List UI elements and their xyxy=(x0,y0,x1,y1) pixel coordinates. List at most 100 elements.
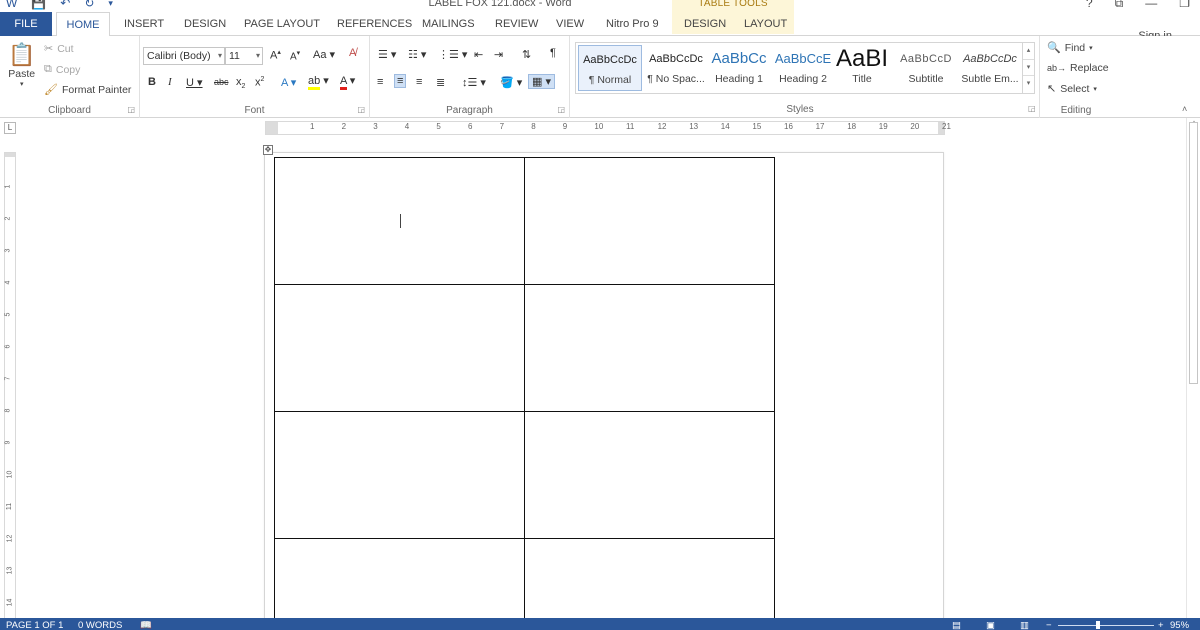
dialog-launcher-icon[interactable]: ◲ xyxy=(1028,104,1036,113)
cut-button[interactable]: ✂ Cut xyxy=(44,42,74,56)
align-right-icon[interactable]: ≡ xyxy=(416,76,422,88)
tab-mailings[interactable]: MAILINGS xyxy=(414,12,483,36)
replace-button[interactable]: ab→ Replace xyxy=(1047,62,1109,74)
zoom-slider[interactable] xyxy=(1058,625,1154,626)
paste-button[interactable]: 📋 Paste ▾ xyxy=(8,42,35,88)
proofing-icon[interactable]: 📖 xyxy=(140,621,152,630)
print-layout-icon[interactable]: ▣ xyxy=(986,621,995,630)
table-cell[interactable] xyxy=(274,538,525,629)
zoom-in-icon[interactable]: + xyxy=(1158,621,1164,630)
read-mode-icon[interactable]: ▤ xyxy=(952,621,961,630)
style-subtitle[interactable]: AaBbCcD Subtitle xyxy=(894,45,958,91)
tab-selector-icon[interactable]: L xyxy=(4,122,16,134)
ruler-number: 16 xyxy=(784,122,793,131)
chevron-up-icon[interactable]: ▴ xyxy=(1023,43,1034,59)
vertical-ruler[interactable]: 1 2 3 4 5 6 7 8 9 10 11 12 13 14 xyxy=(4,152,16,630)
tab-home[interactable]: HOME xyxy=(56,12,110,37)
font-size-combo[interactable]: 11 ▾ xyxy=(225,47,263,65)
label-table[interactable] xyxy=(274,157,775,629)
select-button[interactable]: ↖ Select ▾ xyxy=(1047,82,1097,96)
horizontal-ruler[interactable]: 1 2 3 4 5 6 7 8 9 10 11 12 13 14 15 16 17 18 19 20 21 xyxy=(265,121,951,135)
tab-view[interactable]: VIEW xyxy=(548,12,592,36)
dialog-launcher-icon[interactable]: ◲ xyxy=(357,105,365,114)
ruler-number: 1 xyxy=(4,184,12,189)
page-count[interactable]: PAGE 1 OF 1 xyxy=(6,621,63,630)
increase-indent-icon[interactable]: ⇥ xyxy=(494,48,503,61)
multilevel-list-icon[interactable]: ⋮☰ ▾ xyxy=(438,48,467,61)
align-left-icon[interactable]: ≡ xyxy=(377,76,383,88)
ruler-number: 4 xyxy=(404,122,410,131)
strikethrough-icon[interactable]: abc xyxy=(214,77,229,87)
help-icon[interactable]: ? xyxy=(1086,0,1093,11)
ribbon-display-icon[interactable]: ⧉ xyxy=(1115,0,1124,11)
tab-references[interactable]: REFERENCES xyxy=(329,12,420,36)
table-cell[interactable] xyxy=(274,411,525,539)
borders-icon[interactable]: ▦ ▾ xyxy=(528,74,555,89)
format-painter-button[interactable]: 🖌 Format Painter xyxy=(44,83,131,97)
decrease-indent-icon[interactable]: ⇤ xyxy=(474,48,483,61)
bold-icon[interactable]: B xyxy=(148,76,156,88)
ruler-number: 6 xyxy=(468,122,473,131)
copy-icon: ⧉ xyxy=(44,63,52,75)
change-case-icon[interactable]: Aa ▾ xyxy=(313,48,335,61)
font-group-label: Font xyxy=(244,105,265,116)
tab-review[interactable]: REVIEW xyxy=(487,12,546,36)
line-spacing-icon[interactable]: ↕☰ ▾ xyxy=(462,76,486,89)
style-heading-1[interactable]: AaBbCc Heading 1 xyxy=(707,45,771,91)
tab-insert[interactable]: INSERT xyxy=(116,12,172,36)
restore-icon[interactable]: ❐ xyxy=(1179,0,1190,11)
chevron-down-icon[interactable]: ▾ xyxy=(1023,59,1034,75)
zoom-level[interactable]: 95% xyxy=(1170,621,1189,630)
style-title[interactable]: AaBI Title xyxy=(830,45,894,91)
table-cell[interactable] xyxy=(274,284,525,412)
collapse-ribbon-icon[interactable]: ˄ xyxy=(1182,104,1187,114)
style-subtle-emphasis[interactable]: AaBbCcDc Subtle Em... xyxy=(958,45,1022,91)
zoom-out-icon[interactable]: − xyxy=(1046,621,1052,630)
tab-design[interactable]: DESIGN xyxy=(176,12,234,36)
tab-nitro-pro[interactable]: Nitro Pro 9 xyxy=(598,12,667,36)
table-cell[interactable] xyxy=(524,411,775,539)
dialog-launcher-icon[interactable]: ◲ xyxy=(127,105,135,114)
font-name-value: Calibri (Body) xyxy=(147,50,211,62)
vertical-scrollbar[interactable]: ▴ xyxy=(1186,118,1200,618)
font-name-combo[interactable]: Calibri (Body) ▾ xyxy=(143,47,225,65)
font-color-icon[interactable]: A ▾ xyxy=(340,74,355,90)
style-normal[interactable]: AaBbCcDc ¶ Normal xyxy=(578,45,642,91)
align-center-icon[interactable]: ≡ xyxy=(394,74,407,88)
word-count[interactable]: 0 WORDS xyxy=(78,621,122,630)
clear-formatting-icon[interactable]: A̸ xyxy=(349,47,356,59)
web-layout-icon[interactable]: ▥ xyxy=(1020,621,1029,630)
shrink-font-icon[interactable]: A▾ xyxy=(290,49,300,62)
minimize-icon[interactable]: — xyxy=(1145,0,1157,11)
style-no-spacing[interactable]: AaBbCcDc ¶ No Spac... xyxy=(644,45,708,91)
sort-icon[interactable]: ⇅ xyxy=(522,48,531,61)
underline-icon[interactable]: U ▾ xyxy=(186,76,203,89)
style-heading-2[interactable]: AaBbCcE Heading 2 xyxy=(771,45,835,91)
shading-icon[interactable]: 🪣 ▾ xyxy=(500,76,522,89)
more-icon[interactable]: ▾ xyxy=(1023,75,1034,91)
table-cell[interactable] xyxy=(524,284,775,412)
dialog-launcher-icon[interactable]: ◲ xyxy=(557,105,565,114)
scrollbar-thumb[interactable] xyxy=(1189,122,1198,384)
bullets-icon[interactable]: ☰ ▾ xyxy=(378,48,396,61)
justify-icon[interactable]: ≣ xyxy=(436,76,445,89)
subscript-icon[interactable]: x2 xyxy=(236,76,245,90)
superscript-icon[interactable]: x2 xyxy=(255,76,264,89)
table-cell[interactable] xyxy=(524,157,775,285)
tab-file[interactable]: FILE xyxy=(0,12,52,36)
pilcrow-icon[interactable]: ¶ xyxy=(550,47,556,59)
grow-font-icon[interactable]: A▴ xyxy=(270,48,281,62)
tab-table-design[interactable]: DESIGN xyxy=(676,12,734,36)
tab-page-layout[interactable]: PAGE LAYOUT xyxy=(236,12,328,36)
copy-button[interactable]: ⧉ Copy xyxy=(44,63,80,76)
table-move-handle-icon[interactable]: ✥ xyxy=(263,145,273,155)
find-button[interactable]: 🔍 Find ▾ xyxy=(1047,41,1093,55)
table-cell[interactable] xyxy=(524,538,775,629)
gallery-scroll[interactable]: ▴ ▾ ▾ xyxy=(1022,43,1034,93)
italic-icon[interactable]: I xyxy=(168,76,172,88)
numbering-icon[interactable]: ☷ ▾ xyxy=(408,48,426,61)
highlight-color-icon[interactable]: ab ▾ xyxy=(308,74,329,90)
zoom-slider-thumb[interactable] xyxy=(1096,621,1100,629)
tab-table-layout[interactable]: LAYOUT xyxy=(736,12,795,36)
text-effects-icon[interactable]: A ▾ xyxy=(281,76,296,89)
